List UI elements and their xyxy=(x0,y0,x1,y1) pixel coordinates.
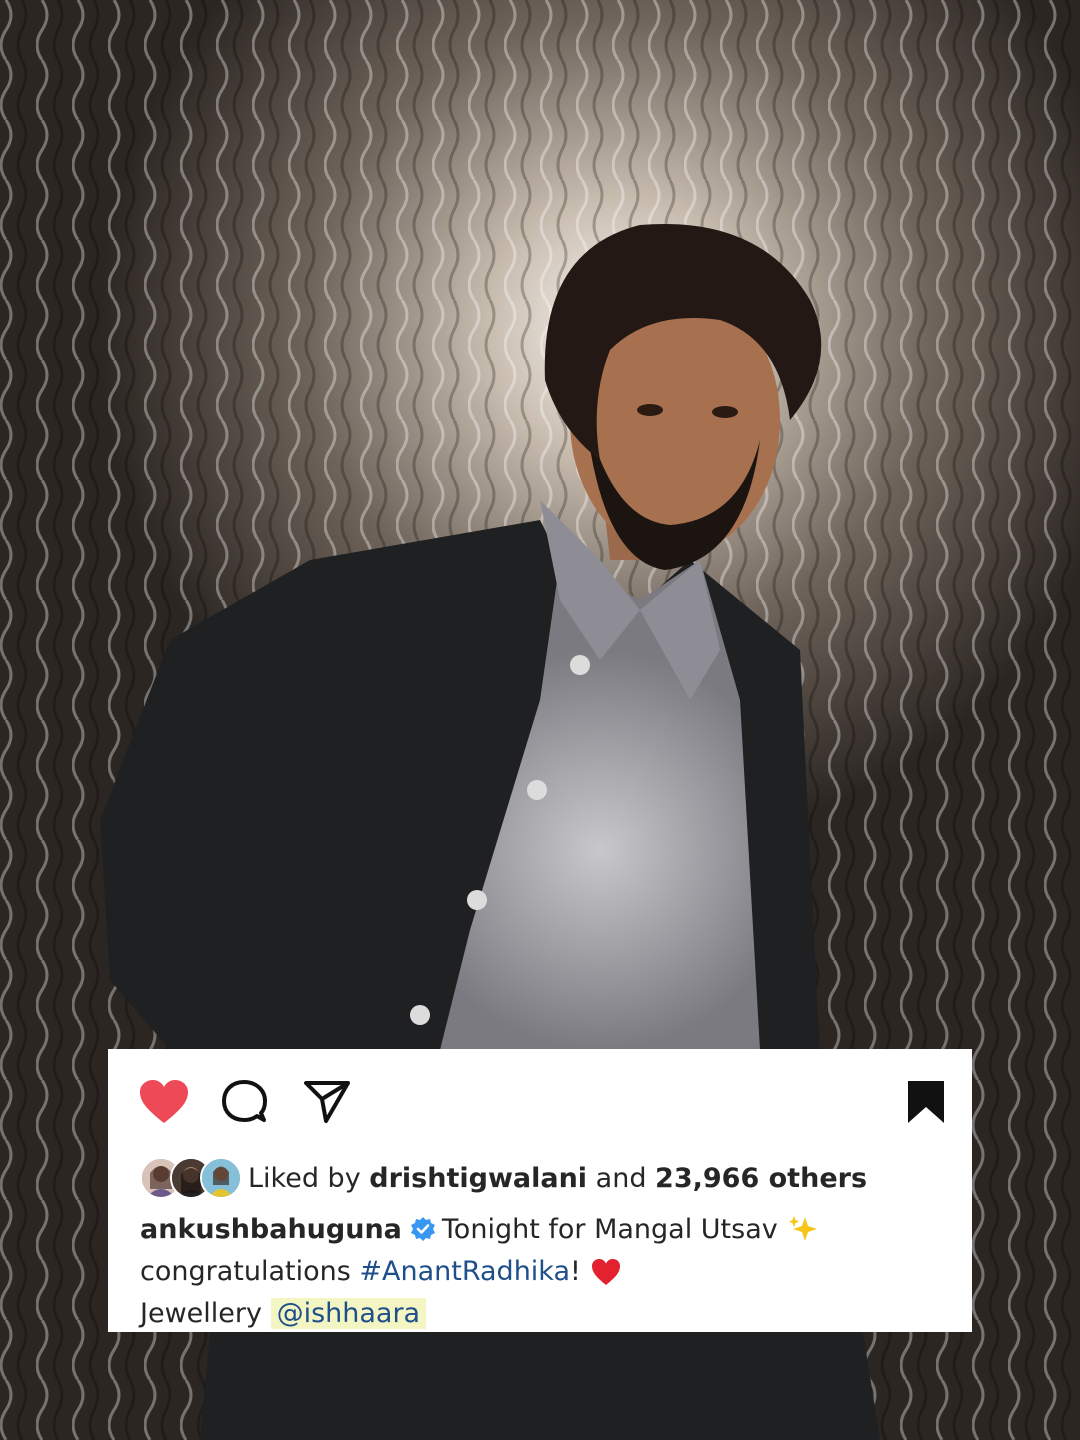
comment-icon[interactable] xyxy=(220,1079,272,1125)
liker-avatars xyxy=(140,1157,242,1199)
liker-username[interactable]: drishtigwalani xyxy=(369,1163,587,1194)
caption-line-3-prefix: Jewellery xyxy=(140,1298,262,1329)
send-icon[interactable] xyxy=(302,1079,354,1125)
avatar xyxy=(200,1157,242,1199)
caption-line-1: Tonight for Mangal Utsav xyxy=(441,1214,778,1245)
likes-summary[interactable]: Liked by drishtigwalani and 23,966 other… xyxy=(140,1157,950,1199)
sparkles-icon xyxy=(788,1214,818,1254)
caption-hashtag[interactable]: #AnantRadhika xyxy=(359,1256,570,1287)
red-heart-icon xyxy=(591,1258,621,1296)
likes-joiner: and xyxy=(595,1162,647,1194)
caption-username[interactable]: ankushbahuguna xyxy=(140,1214,402,1245)
likes-count[interactable]: 23,966 others xyxy=(655,1163,867,1194)
caption-line-2-prefix: congratulations xyxy=(140,1256,351,1287)
likes-prefix: Liked by xyxy=(248,1162,361,1194)
post-card: Liked by drishtigwalani and 23,966 other… xyxy=(108,1049,972,1332)
post-caption: ankushbahuguna Tonight for Mangal Utsav c… xyxy=(140,1212,940,1332)
caption-mention[interactable]: @ishhaara xyxy=(270,1298,427,1329)
post-actions-bar xyxy=(138,1079,958,1125)
heart-filled-icon[interactable] xyxy=(138,1079,190,1125)
bookmark-filled-icon[interactable] xyxy=(900,1079,952,1125)
caption-line-2-suffix: ! xyxy=(570,1256,581,1287)
verified-badge-icon xyxy=(410,1216,436,1252)
